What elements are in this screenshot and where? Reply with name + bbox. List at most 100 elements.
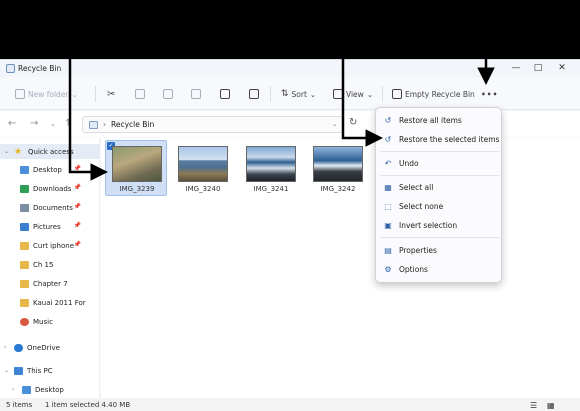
menu-item-options[interactable]: ⚙ Options <box>376 261 503 278</box>
menu-item-undo[interactable]: ↶ Undo <box>376 155 503 172</box>
cut-button[interactable]: ✂ <box>107 87 115 101</box>
pc-icon <box>14 366 23 375</box>
document-icon <box>20 203 29 212</box>
sidebar-item-onedrive[interactable]: › OneDrive <box>4 340 60 355</box>
sidebar-item-curt-iphone[interactable]: Curt iphone <box>20 238 74 253</box>
photo-thumbnail <box>112 146 162 182</box>
back-arrow-icon[interactable]: ← <box>8 118 16 129</box>
file-name: IMG_3241 <box>253 185 289 193</box>
chevron-down-icon: ⌄ <box>366 89 374 99</box>
expand-chevron-icon[interactable]: ⌄ <box>4 367 10 374</box>
menu-divider <box>380 175 499 176</box>
sidebar-item-label: This PC <box>27 366 53 375</box>
menu-item-label: Undo <box>399 159 419 168</box>
toolbar-divider <box>95 86 96 102</box>
expand-chevron-icon[interactable]: ⌄ <box>4 148 10 155</box>
share-button[interactable] <box>220 87 230 101</box>
recycle-bin-icon <box>89 120 98 129</box>
cloud-icon <box>14 343 23 352</box>
sidebar-item-documents[interactable]: Documents <box>20 200 73 215</box>
navigation-pane: ⌄ ★ Quick access Desktop 📌 Downloads 📌 D… <box>0 138 100 398</box>
sidebar-item-desktop[interactable]: Desktop <box>20 162 62 177</box>
address-bar[interactable]: › Recycle Bin <box>82 116 344 133</box>
pin-icon: 📌 <box>73 222 81 229</box>
menu-item-label: Properties <box>399 246 437 255</box>
sidebar-item-label: Desktop <box>33 165 62 174</box>
menu-item-properties[interactable]: ▤ Properties <box>376 242 503 259</box>
toolbar-divider <box>382 86 383 102</box>
sidebar-item-quick-access[interactable]: ⌄ ★ Quick access <box>0 144 100 159</box>
photo-thumbnail <box>246 146 296 182</box>
file-item[interactable]: IMG_3240 <box>171 140 233 196</box>
sidebar-item-ch-15[interactable]: Ch 15 <box>20 257 53 272</box>
menu-item-select-none[interactable]: ⬚ Select none <box>376 198 503 215</box>
menu-item-select-all[interactable]: ▦ Select all <box>376 179 503 196</box>
file-name: IMG_3242 <box>320 185 356 193</box>
more-options-button[interactable]: ••• <box>481 87 498 101</box>
breadcrumb-chevron-icon: › <box>103 120 106 129</box>
recent-locations-chevron-icon[interactable]: ⌄ <box>50 120 56 128</box>
sort-button[interactable]: ⇅ Sort ⌄ <box>281 87 316 101</box>
sidebar-item-kauai-2011[interactable]: Kauai 2011 For <box>20 295 86 310</box>
file-item[interactable]: ✓ IMG_3239 <box>105 140 167 196</box>
sidebar-item-this-pc-desktop[interactable]: › Desktop <box>12 382 64 397</box>
status-bar: 5 items 1 item selected 4.40 MB ☰ ▦ <box>0 398 580 411</box>
file-item[interactable]: IMG_3242 <box>306 140 368 196</box>
address-dropdown-icon[interactable]: ⌄ <box>332 120 338 128</box>
selection-info: 1 item selected 4.40 MB <box>45 401 131 409</box>
expand-chevron-icon[interactable]: › <box>12 386 18 393</box>
menu-item-restore-all[interactable]: ↺ Restore all items <box>376 112 503 129</box>
share-icon <box>220 89 230 99</box>
sidebar-item-music[interactable]: Music <box>20 314 53 329</box>
window-title: Recycle Bin <box>18 64 62 73</box>
breadcrumb: Recycle Bin <box>111 120 155 129</box>
sidebar-item-chapter-7[interactable]: Chapter 7 <box>20 276 68 291</box>
copy-button[interactable] <box>135 87 145 101</box>
sidebar-item-pictures[interactable]: Pictures <box>20 219 61 234</box>
copy-icon <box>135 89 145 99</box>
menu-item-invert-selection[interactable]: ▣ Invert selection <box>376 217 503 234</box>
empty-recycle-bin-button[interactable]: Empty Recycle Bin <box>392 87 475 101</box>
folder-icon <box>20 298 29 307</box>
more-options-menu: ↺ Restore all items ↺ Restore the select… <box>375 107 502 283</box>
forward-arrow-icon[interactable]: → <box>30 118 38 129</box>
recycle-bin-icon <box>6 64 15 73</box>
thumbnail-view-icon[interactable]: ▦ <box>547 401 555 410</box>
sidebar-item-label: Pictures <box>33 222 61 231</box>
file-name: IMG_3239 <box>119 185 155 193</box>
paste-button[interactable] <box>163 87 173 101</box>
sidebar-item-label: OneDrive <box>27 343 60 352</box>
maximize-button[interactable]: □ <box>527 62 549 74</box>
empty-recycle-bin-icon <box>392 89 402 99</box>
menu-item-restore-selected[interactable]: ↺ Restore the selected items <box>376 131 503 148</box>
new-folder-button[interactable]: New folder ⌄ <box>15 87 78 101</box>
folder-icon <box>20 279 29 288</box>
star-icon: ★ <box>14 146 23 157</box>
pin-icon: 📌 <box>73 203 81 210</box>
up-arrow-icon[interactable]: ↑ <box>64 118 72 129</box>
pictures-icon <box>20 222 29 231</box>
rename-button[interactable] <box>191 87 201 101</box>
view-button[interactable]: View ⌄ <box>333 87 373 101</box>
minimize-button[interactable]: — <box>505 62 527 74</box>
sidebar-item-downloads[interactable]: Downloads <box>20 181 71 196</box>
file-name: IMG_3240 <box>185 185 221 193</box>
close-button[interactable]: ✕ <box>551 62 573 74</box>
folder-icon <box>20 260 29 269</box>
undo-icon: ↶ <box>384 158 392 168</box>
expand-chevron-icon[interactable]: › <box>4 344 10 351</box>
sidebar-item-label: Quick access <box>28 147 74 156</box>
delete-button[interactable] <box>249 87 259 101</box>
details-view-icon[interactable]: ☰ <box>530 401 537 410</box>
file-item[interactable]: IMG_3241 <box>239 140 301 196</box>
properties-icon: ▤ <box>384 245 392 255</box>
new-folder-label: New folder <box>28 89 69 99</box>
sidebar-item-label: Chapter 7 <box>33 279 68 288</box>
photo-thumbnail <box>178 146 228 182</box>
refresh-icon[interactable]: ↻ <box>349 117 357 128</box>
sort-label: Sort <box>291 89 307 99</box>
folder-icon <box>20 241 29 250</box>
sidebar-item-label: Documents <box>33 203 73 212</box>
paste-icon <box>163 89 173 99</box>
sidebar-item-this-pc[interactable]: ⌄ This PC <box>4 363 53 378</box>
